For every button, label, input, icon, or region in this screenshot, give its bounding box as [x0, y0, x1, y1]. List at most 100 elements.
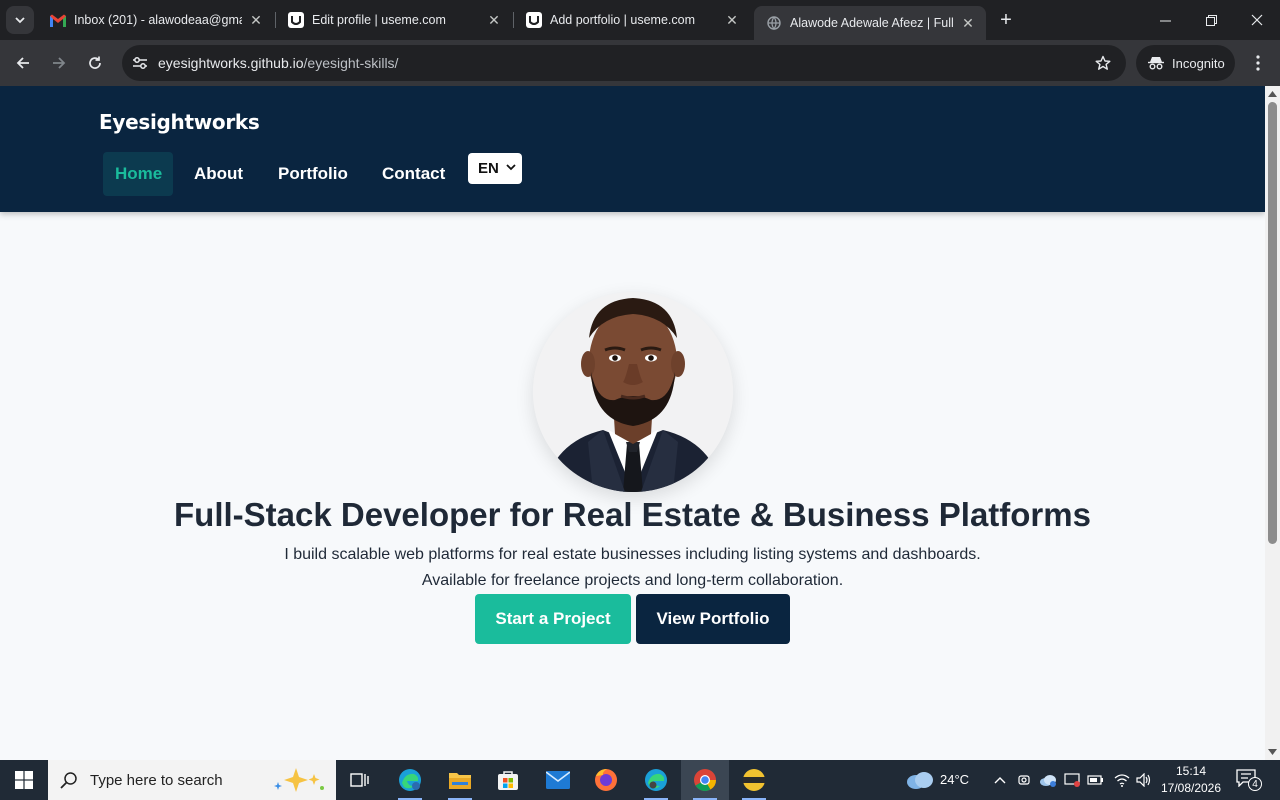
notification-count: 4 [1248, 777, 1262, 791]
nav-contact[interactable]: Contact [370, 152, 457, 196]
taskbar-chrome[interactable] [681, 760, 729, 800]
more-vert-icon [1256, 55, 1260, 71]
scroll-up-icon[interactable] [1268, 90, 1277, 98]
restore-button[interactable] [1188, 0, 1234, 40]
hero-availability: Available for freelance projects and lon… [421, 572, 844, 589]
tab-gmail[interactable]: Inbox (201) - alawodeaa@gmail.com ✕ [38, 0, 274, 40]
incognito-icon [1148, 57, 1164, 70]
minimize-icon [1159, 20, 1171, 21]
site-info-icon[interactable] [126, 49, 154, 77]
taskbar-file-explorer[interactable] [436, 760, 484, 800]
taskbar-edge[interactable] [632, 760, 680, 800]
close-icon[interactable]: ✕ [248, 12, 264, 28]
taskbar-app[interactable] [730, 760, 778, 800]
tab-title: Alawode Adewale Afeez | Full-Stack Devel… [790, 16, 954, 30]
edge-icon [399, 769, 421, 791]
volume-icon [1136, 773, 1151, 787]
useme-icon [288, 12, 304, 28]
clock-date: 17/08/2026 [1160, 781, 1222, 795]
wifi-icon [1114, 774, 1130, 787]
tray-battery[interactable] [1086, 770, 1106, 790]
nav-home[interactable]: Home [103, 152, 173, 196]
browser-toolbar: eyesightworks.github.io/eyesight-skills/… [0, 40, 1280, 86]
new-tab-button[interactable]: + [994, 8, 1018, 32]
edge-icon [645, 769, 667, 791]
start-button[interactable] [0, 760, 48, 800]
camera-icon [1018, 775, 1030, 785]
url-path: /eyesight-skills/ [303, 55, 399, 71]
close-window-button[interactable] [1234, 0, 1280, 40]
show-hidden-icons[interactable] [990, 770, 1010, 790]
taskbar-search[interactable]: Type here to search [48, 760, 336, 800]
site-logo[interactable]: Eyesightworks [99, 110, 260, 134]
forward-button[interactable] [45, 49, 73, 77]
close-icon [1251, 14, 1263, 26]
back-button[interactable] [9, 49, 37, 77]
notification-center-button[interactable]: 4 [1236, 769, 1262, 791]
sparkle-icon [274, 768, 324, 792]
hero-title: Full-Stack Developer for Real Estate & B… [174, 496, 1091, 533]
restore-icon [1205, 14, 1217, 26]
taskbar-edge-profile[interactable] [386, 760, 434, 800]
tab-strip: Inbox (201) - alawodeaa@gmail.com ✕ Edit… [0, 0, 1280, 40]
site-header: Eyesightworks Home About Portfolio Conta… [0, 86, 1265, 212]
taskbar: Type here to search 24°C 15:14 17/08/202… [0, 760, 1280, 800]
useme-icon [526, 12, 542, 28]
page-scrollbar[interactable] [1265, 86, 1280, 760]
taskbar-store[interactable] [484, 760, 532, 800]
weather-widget[interactable]: 24°C [906, 768, 969, 790]
view-portfolio-button[interactable]: View Portfolio [636, 594, 790, 644]
language-select[interactable]: EN [468, 153, 522, 184]
gmail-icon [50, 12, 66, 28]
address-bar[interactable]: eyesightworks.github.io/eyesight-skills/ [122, 45, 1126, 81]
tab-edit-profile[interactable]: Edit profile | useme.com ✕ [276, 0, 512, 40]
tray-volume[interactable] [1134, 770, 1154, 790]
close-icon[interactable]: ✕ [486, 12, 502, 28]
hero-description: I build scalable web platforms for real … [284, 546, 981, 563]
scroll-down-icon[interactable] [1268, 748, 1277, 756]
cloud-icon [907, 772, 933, 789]
store-icon [498, 771, 518, 790]
taskbar-mail[interactable] [534, 760, 582, 800]
close-icon[interactable]: ✕ [960, 15, 976, 31]
minimize-button[interactable] [1142, 0, 1188, 40]
windows-logo-icon [15, 771, 33, 789]
scrollbar-thumb[interactable] [1268, 102, 1277, 544]
language-value: EN [478, 160, 499, 177]
battery-icon [1087, 775, 1103, 785]
tab-title: Inbox (201) - alawodeaa@gmail.com [74, 13, 242, 27]
tray-security[interactable] [1062, 770, 1082, 790]
chrome-icon [694, 769, 716, 791]
folder-icon [449, 773, 471, 789]
tray-network[interactable] [1112, 770, 1132, 790]
arrow-left-icon [16, 57, 29, 69]
tab-title: Edit profile | useme.com [312, 13, 446, 27]
taskbar-firefox[interactable] [582, 760, 630, 800]
close-icon[interactable]: ✕ [724, 12, 740, 28]
nav-portfolio[interactable]: Portfolio [266, 152, 360, 196]
chevron-down-icon [506, 164, 516, 171]
security-icon [1064, 773, 1080, 787]
app-icon [743, 769, 765, 791]
tab-add-portfolio[interactable]: Add portfolio | useme.com ✕ [514, 0, 750, 40]
incognito-indicator[interactable]: Incognito [1136, 45, 1235, 81]
task-view-button[interactable] [336, 760, 384, 800]
reload-button[interactable] [81, 49, 109, 77]
tab-title: Add portfolio | useme.com [550, 13, 695, 27]
tab-active-portfolio[interactable]: Alawode Adewale Afeez | Full-Stack Devel… [754, 6, 986, 40]
arrow-right-icon [53, 57, 66, 69]
tray-onedrive[interactable] [1038, 770, 1058, 790]
search-placeholder: Type here to search [90, 771, 223, 789]
start-project-button[interactable]: Start a Project [475, 594, 631, 644]
mail-icon [546, 771, 570, 789]
browser-menu-button[interactable] [1246, 49, 1270, 77]
system-clock[interactable]: 15:14 17/08/2026 [1158, 763, 1224, 797]
portrait-illustration [533, 292, 733, 492]
search-icon [60, 772, 77, 789]
bookmark-star-icon[interactable] [1092, 52, 1114, 74]
incognito-label: Incognito [1172, 55, 1225, 71]
task-view-icon [350, 773, 369, 787]
tab-search-button[interactable] [6, 6, 34, 34]
nav-about[interactable]: About [182, 152, 255, 196]
tray-meet-now[interactable] [1014, 770, 1034, 790]
